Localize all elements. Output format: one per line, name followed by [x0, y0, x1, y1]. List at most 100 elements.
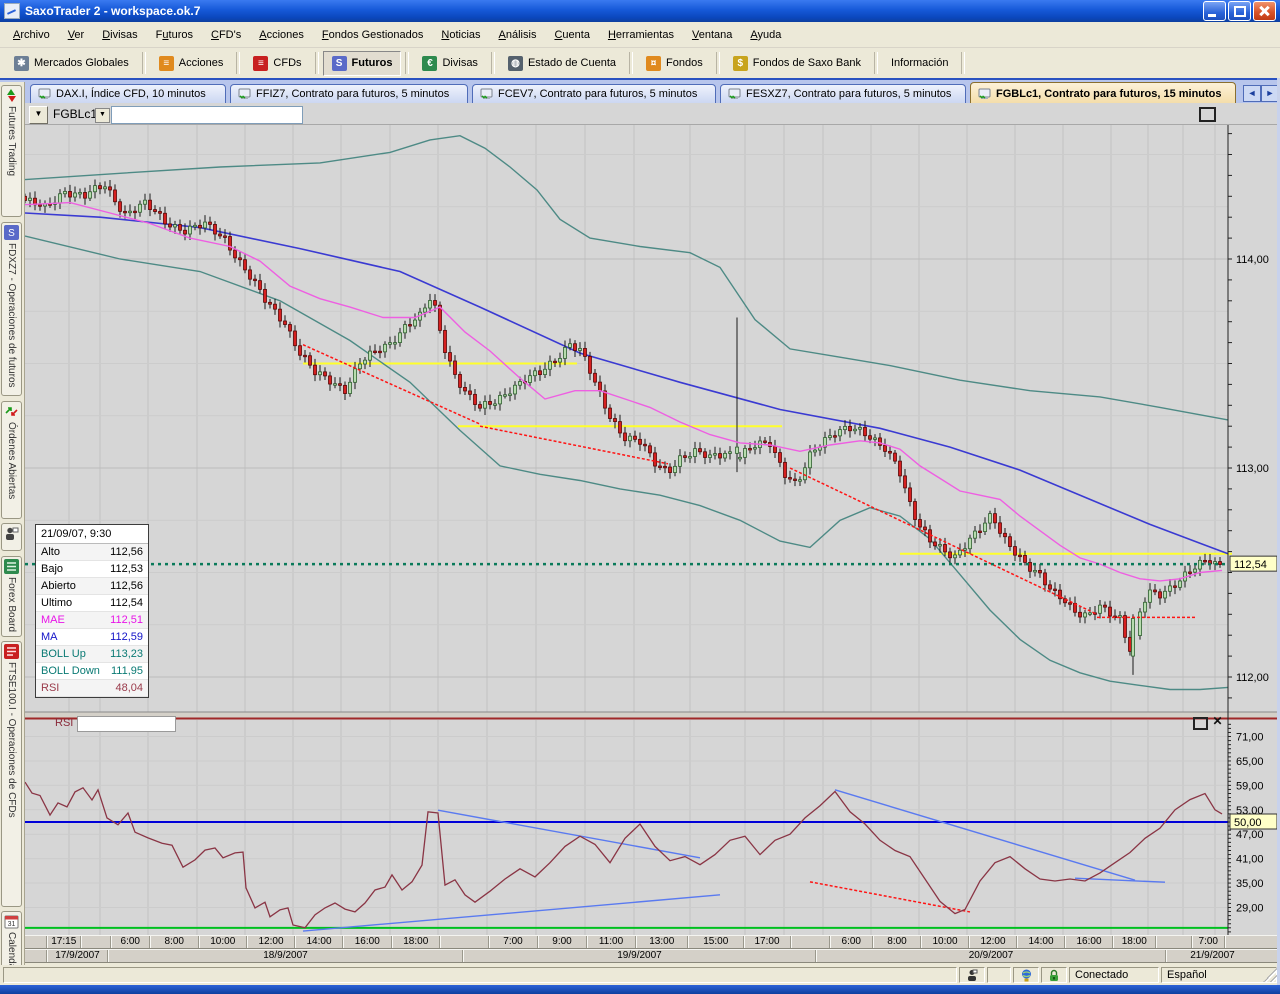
toolbar-button-label: Información — [891, 57, 948, 69]
svg-text:35,00: 35,00 — [1236, 878, 1264, 890]
sidebar-item-futures-trading[interactable]: Futures Trading — [1, 85, 22, 217]
chart-window-icon — [728, 88, 742, 100]
chart-window-icon — [978, 88, 992, 100]
tooltip-row-abierto: Abierto112,56 — [36, 578, 148, 595]
chart-symbol-input[interactable] — [111, 106, 303, 124]
minimize-button[interactable] — [1203, 1, 1226, 21]
time-tick-cell: 14:00 — [1016, 936, 1065, 948]
sidebar-item-fdxz7-operaciones-de-futuros[interactable]: SFDXZ7 - Operaciones de futuros — [1, 222, 22, 396]
tab-fgblc1[interactable]: FGBLc1, Contrato para futuros, 15 minuto… — [970, 82, 1236, 105]
toolbar-button-fondos-de-saxo-bank[interactable]: $Fondos de Saxo Bank — [724, 51, 870, 76]
resize-grip[interactable] — [1263, 967, 1278, 982]
menu-item-noticias[interactable]: Noticias — [432, 26, 489, 44]
rsi-input[interactable] — [77, 716, 176, 732]
user-icon — [959, 967, 985, 983]
app-icon — [4, 3, 20, 19]
application-window: SaxoTrader 2 - workspace.ok.7 ArchivoVer… — [0, 0, 1280, 994]
close-button[interactable] — [1253, 1, 1276, 21]
menu-item-ayuda[interactable]: Ayuda — [741, 26, 790, 44]
svg-text:65,00: 65,00 — [1236, 756, 1264, 768]
menu-item-herramientas[interactable]: Herramientas — [599, 26, 683, 44]
time-tick-cell: 11:00 — [586, 936, 636, 948]
rsi-close-icon[interactable]: ✕ — [1211, 715, 1224, 728]
sidebar-item-label: Órdenes Abiertas — [6, 422, 17, 499]
tab-label: FCEV7, Contrato para futuros, 5 minutos — [498, 88, 697, 100]
time-axis: 17:156:008:0010:0012:0014:0016:0018:007:… — [25, 935, 1280, 963]
tab-dax-i[interactable]: DAX.I, Índice CFD, 10 minutos — [30, 84, 226, 103]
network-icon — [1013, 967, 1039, 983]
toolbar-button-mercados-globales[interactable]: ✱Mercados Globales — [5, 51, 138, 76]
rsi-label: RSI — [55, 717, 73, 729]
menu-bar: ArchivoVerDivisasFuturosCFD'sAccionesFon… — [0, 22, 1280, 48]
toolbar-button-estado-de-cuenta[interactable]: ◍Estado de Cuenta — [499, 51, 625, 76]
menu-item-archivo[interactable]: Archivo — [4, 26, 59, 44]
sidebar-item-ordenes-abiertas[interactable]: Órdenes Abiertas — [1, 401, 22, 519]
toolbar-button-futuros[interactable]: SFuturos — [323, 51, 402, 76]
status-bar: Conectado Español — [0, 965, 1280, 985]
menu-item-ver[interactable]: Ver — [59, 26, 94, 44]
chart-symbol-dropdown-button[interactable]: ▼ — [29, 106, 48, 124]
tab-fcev7[interactable]: FCEV7, Contrato para futuros, 5 minutos — [472, 84, 716, 103]
chart-restore-icon[interactable] — [1199, 107, 1216, 122]
chart-window-icon — [480, 88, 494, 100]
toolbar-button-acciones[interactable]: ≡ Acciones — [150, 51, 233, 76]
toolbar-button-fondos[interactable]: ¤ Fondos — [637, 51, 712, 76]
sidebar-item-ftse100-i-operaciones-de-cfds[interactable]: FTSE100.I - Operaciones de CFDs — [1, 641, 22, 907]
calendar-icon: 31 — [4, 914, 19, 929]
time-tick-empty-cell — [439, 936, 489, 948]
menu-item-acciones[interactable]: Acciones — [250, 26, 313, 44]
language-selector[interactable]: Español — [1161, 967, 1277, 983]
minimize-icon — [1204, 2, 1225, 20]
up-down-arrows-icon — [4, 88, 19, 103]
chart-symbol-label: FGBLc1 — [53, 107, 97, 121]
time-tick-cell: 10:00 — [198, 936, 248, 948]
tab-ffiz7[interactable]: FFIZ7, Contrato para futuros, 5 minutos — [230, 84, 468, 103]
tooltip-row-rsi: RSI48,04 — [36, 680, 148, 697]
toolbar-button-label: Acciones — [179, 57, 224, 69]
toolbar: ✱Mercados Globales ≡ Acciones ≡CFDs SFuturos… — [0, 48, 1280, 78]
title-bar[interactable]: SaxoTrader 2 - workspace.ok.7 — [0, 0, 1280, 22]
account-status-icon: ◍ — [508, 56, 523, 71]
svg-text:31: 31 — [8, 921, 16, 928]
tab-fesxz7[interactable]: FESXZ7, Contrato para futuros, 5 minutos — [720, 84, 966, 103]
menu-item-futuros[interactable]: Futuros — [147, 26, 202, 44]
sidebar-item-forex-board[interactable]: Forex Board — [1, 556, 22, 637]
svg-text:71,00: 71,00 — [1236, 732, 1264, 744]
toolbar-button-divisas[interactable]: €Divisas — [413, 51, 486, 76]
funds-icon: ¤ — [646, 56, 661, 71]
menu-item-fondos-gestionados[interactable]: Fondos Gestionados — [313, 26, 433, 44]
menu-item-analisis[interactable]: Análisis — [490, 26, 546, 44]
svg-text:S: S — [8, 228, 15, 239]
sidebar-item-label: FTSE100.I - Operaciones de CFDs — [6, 662, 17, 818]
menu-item-ventana[interactable]: Ventana — [683, 26, 741, 44]
toolbar-button-label: CFDs — [273, 57, 301, 69]
svg-text:41,00: 41,00 — [1236, 854, 1264, 866]
toolbar-separator — [236, 52, 240, 74]
stocks-icon: ≡ — [159, 56, 174, 71]
restore-button[interactable] — [1228, 1, 1251, 21]
time-tick-cell: 7:00 — [1191, 936, 1226, 948]
tooltip-row-boll-down: BOLL Down111,95 — [36, 663, 148, 680]
toolbar-separator — [874, 52, 878, 74]
time-tick-cell: 12:00 — [968, 936, 1017, 948]
toolbar-button-cfds[interactable]: ≡CFDs — [244, 51, 310, 76]
toolbar-button-informacion[interactable]: Información — [882, 52, 957, 74]
tab-label: DAX.I, Índice CFD, 10 minutos — [56, 88, 206, 100]
lock-icon — [1041, 967, 1067, 983]
chart-window-icon — [38, 88, 52, 100]
rsi-restore-icon[interactable] — [1193, 717, 1208, 730]
time-tick-cell: 6:00 — [829, 936, 874, 948]
toolbar-separator — [491, 52, 495, 74]
menu-item-divisas[interactable]: Divisas — [93, 26, 146, 44]
svg-text:29,00: 29,00 — [1236, 902, 1264, 914]
tab-label: FFIZ7, Contrato para futuros, 5 minutos — [256, 88, 449, 100]
forex-board-icon — [4, 559, 19, 574]
date-cell: 18/9/2007 — [107, 950, 463, 962]
menu-item-cfd-s[interactable]: CFD's — [202, 26, 250, 44]
time-tick-empty-cell — [790, 936, 830, 948]
chart-symbol-combo-arrow-icon[interactable]: ▼ — [95, 108, 110, 123]
menu-item-cuenta[interactable]: Cuenta — [545, 26, 598, 44]
tab-scroll-left-button[interactable]: ◄ — [1243, 85, 1261, 102]
sidebar-item-client[interactable] — [1, 523, 22, 551]
toolbar-button-label: Fondos — [666, 57, 703, 69]
